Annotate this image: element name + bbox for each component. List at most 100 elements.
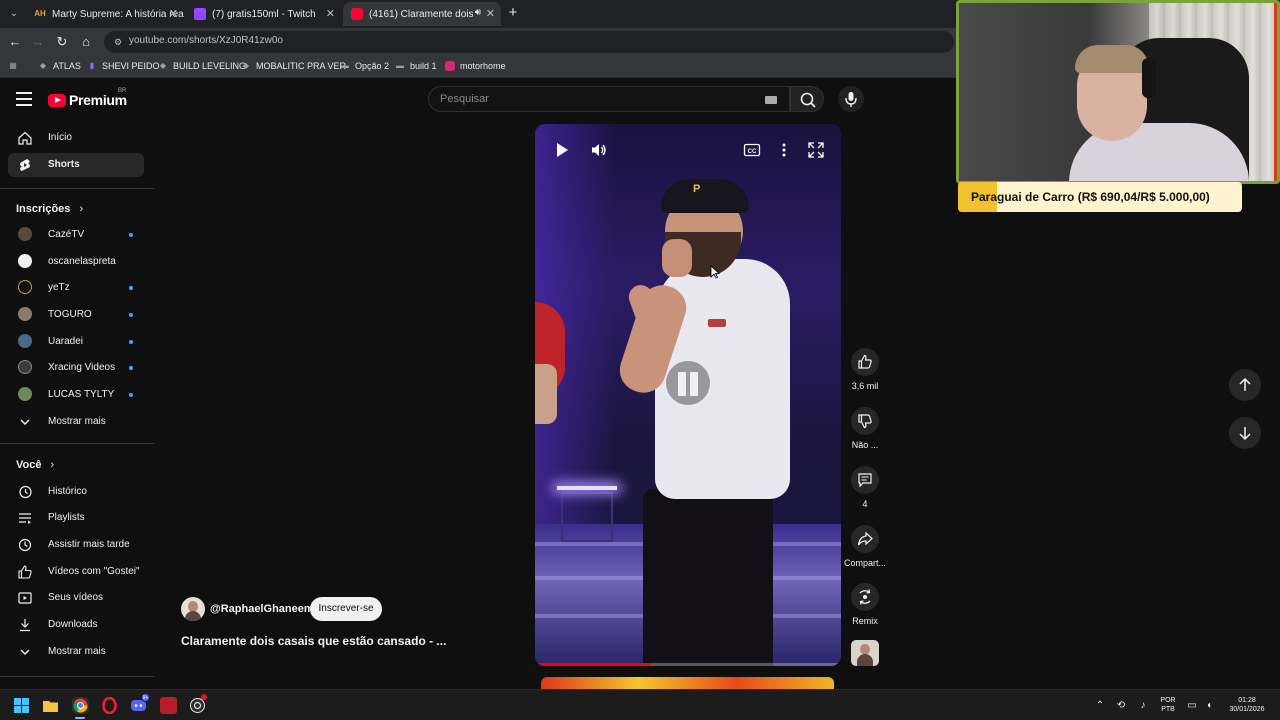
sidebar-sub-toguro[interactable]: TOGURO [8, 303, 144, 327]
streaming-app-icon[interactable] [160, 697, 177, 714]
new-tab-icon[interactable]: + [505, 4, 521, 22]
new-content-dot [129, 393, 133, 397]
close-tab-icon[interactable]: ✕ [326, 7, 335, 20]
captions-icon[interactable]: CC [743, 141, 761, 159]
back-icon[interactable]: ← [7, 34, 23, 50]
menu-icon[interactable] [16, 92, 32, 106]
new-content-dot [129, 233, 133, 237]
sidebar-sub-oscanelaspreta[interactable]: oscanelaspreta [8, 250, 144, 274]
play-icon[interactable] [553, 141, 571, 159]
dislike-label: Não ... [851, 440, 879, 450]
dislike-button[interactable] [851, 407, 879, 435]
sidebar-item-label: Shorts [48, 159, 80, 170]
voice-search-button[interactable] [838, 86, 864, 112]
short-video-player[interactable]: P CC [535, 124, 841, 666]
network-icon[interactable]: ▭ [1186, 700, 1198, 712]
opera-icon[interactable] [101, 697, 118, 714]
sidebar-sub-lucas-tylty[interactable]: LUCAS TYLTY [8, 383, 144, 407]
volume-icon[interactable] [590, 141, 608, 159]
next-short-button[interactable] [1229, 417, 1261, 449]
sidebar-item-playlists[interactable]: Playlists [8, 506, 144, 530]
more-options-icon[interactable] [775, 141, 793, 159]
sidebar-item-downloads[interactable]: Downloads [8, 613, 144, 637]
bookmark-mobalitic[interactable]: ◆ MOBALITIC PRA VER [241, 61, 346, 71]
apps-grid-icon[interactable]: ▦ [8, 61, 23, 71]
home-icon[interactable]: ⌂ [78, 34, 94, 50]
sidebar-sub-xracing-videos[interactable]: Xracing Videos [8, 356, 144, 380]
comments-button[interactable] [851, 466, 879, 494]
sidebar-show-more-subs[interactable]: Mostrar mais [8, 410, 144, 434]
bookmark-shevi-peido[interactable]: ▮ SHEVI PEIDO [87, 61, 160, 71]
language-indicator[interactable]: POR PTB [1157, 696, 1179, 714]
sidebar-item-shorts[interactable]: Shorts [8, 153, 144, 177]
youtube-premium-logo[interactable]: Premium [48, 91, 127, 109]
tab-twitch[interactable]: (7) gratis150ml - Twitch ✕ [186, 2, 341, 26]
close-tab-icon[interactable]: ✕ [169, 7, 178, 20]
bookmark-motorhome[interactable]: motorhome [445, 61, 506, 71]
sidebar-item-videos-gostei[interactable]: Vídeos com "Gostei" [8, 560, 144, 584]
remix-button[interactable] [851, 583, 879, 611]
tab-search-chevron-icon[interactable]: ⌄ [6, 6, 22, 22]
sidebar-item-inicio[interactable]: Início [8, 126, 144, 150]
sidebar-item-label: Mostrar mais [48, 646, 106, 657]
tab-marty-supreme[interactable]: AH Marty Supreme: A história real da ✕ [26, 2, 184, 26]
close-tab-icon[interactable]: ✕ [486, 7, 495, 20]
microphone-tray-icon[interactable]: ♪ [1137, 700, 1149, 712]
like-button[interactable] [851, 348, 879, 376]
tab-youtube-short[interactable]: (4161) Claramente dois casa 🔊︎ ✕ [343, 2, 501, 26]
youtube-play-logo-icon [48, 93, 66, 107]
video-progress-bar[interactable] [535, 663, 841, 666]
show-hidden-icons-icon[interactable]: ⌃ [1094, 700, 1106, 712]
windows-start-icon[interactable] [13, 697, 30, 714]
previous-short-button[interactable] [1229, 369, 1261, 401]
subscribe-button[interactable]: Inscrever-se [310, 597, 382, 621]
sidebar-item-label: Mostrar mais [48, 416, 106, 427]
bookmark-build-leveling[interactable]: ◆ BUILD LEVELING [158, 61, 246, 71]
keyboard-icon[interactable] [765, 96, 777, 104]
sidebar-sub-yetz[interactable]: yeTz [8, 276, 144, 300]
volume-tray-icon[interactable]: ◖ [1203, 700, 1215, 712]
sidebar-divider [0, 443, 154, 444]
audio-playing-icon[interactable]: 🔊︎ [475, 7, 481, 18]
clock[interactable]: 01:28 30/01/2026 [1222, 696, 1272, 714]
file-explorer-icon[interactable] [42, 697, 59, 714]
subscriptions-header[interactable]: Inscrições › [16, 203, 83, 215]
sidebar-item-seus-videos[interactable]: Seus vídeos [8, 586, 144, 610]
chrome-taskbar-button[interactable] [72, 697, 89, 714]
avatar [18, 387, 32, 401]
pause-indicator-icon[interactable] [666, 361, 710, 405]
avatar [18, 334, 32, 348]
sync-icon[interactable]: ⟲ [1115, 700, 1127, 712]
bookmark-build-1[interactable]: ▬ build 1 [395, 61, 437, 71]
discord-taskbar-button[interactable]: 9+ [130, 693, 150, 714]
sidebar-sub-uaradei[interactable]: Uaradei [8, 330, 144, 354]
share-button[interactable] [851, 525, 879, 553]
arrow-down-icon [1239, 427, 1251, 441]
bookmark-opcao-2[interactable]: ▬ Opção 2 [340, 61, 389, 71]
ah-favicon-icon: AH [34, 9, 46, 18]
you-header[interactable]: Você › [16, 459, 54, 471]
fullscreen-icon[interactable] [807, 141, 825, 159]
search-button[interactable] [790, 86, 824, 112]
obs-taskbar-button[interactable] [189, 694, 207, 714]
site-info-icon[interactable]: ⚙ [112, 36, 124, 48]
address-bar[interactable]: ⚙ youtube.com/shorts/XzJ0R41zw0o [104, 31, 954, 53]
reload-icon[interactable]: ↻ [54, 34, 70, 50]
sidebar-item-historico[interactable]: Histórico [8, 480, 144, 504]
sound-thumbnail[interactable] [851, 640, 879, 666]
channel-name[interactable]: @RaphaelGhaneem [210, 603, 314, 615]
sidebar-sub-cazetv[interactable]: CazéTV [8, 223, 144, 247]
sidebar-item-assistir-mais-tarde[interactable]: Assistir mais tarde [8, 533, 144, 557]
subscriptions-title: Inscrições [16, 203, 71, 215]
bookmark-atlas[interactable]: ◆ ATLAS [38, 61, 81, 71]
short-title[interactable]: Claramente dois casais que estão cansado… [181, 634, 446, 648]
person-cap [661, 179, 749, 213]
channel-avatar[interactable] [181, 597, 205, 621]
url-text[interactable]: youtube.com/shorts/XzJ0R41zw0o [129, 35, 283, 46]
sidebar-show-more-you[interactable]: Mostrar mais [8, 640, 144, 664]
arrow-up-icon [1239, 377, 1251, 391]
forward-icon[interactable]: → [30, 34, 46, 50]
search-input[interactable]: Pesquisar [428, 86, 790, 112]
sidebar-item-label: Vídeos com "Gostei" [48, 566, 140, 577]
next-short-preview[interactable] [541, 677, 834, 689]
